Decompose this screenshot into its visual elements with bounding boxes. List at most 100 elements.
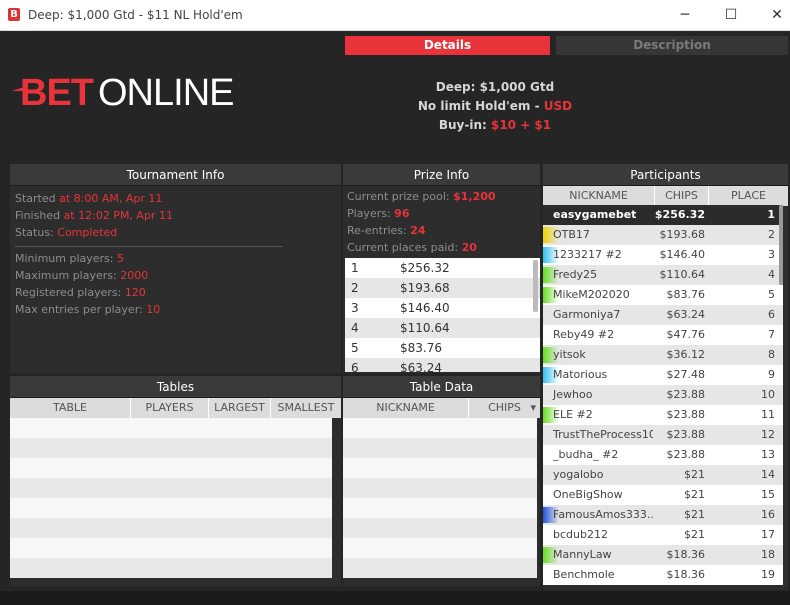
participant-chips: $63.24 (666, 308, 706, 321)
participant-row[interactable]: Fredy25 $110.64 4 (543, 265, 783, 285)
participant-row[interactable]: FamousAmos333... $21 16 (543, 505, 783, 525)
participant-place: 11 (761, 408, 775, 421)
participant-chips: $110.64 (659, 268, 706, 281)
participant-row[interactable]: OneBigShow $21 15 (543, 485, 783, 505)
prize-row: 4 $110.64 (345, 318, 540, 338)
participant-name: Fredy25 (553, 268, 598, 281)
participant-name: TrustTheProcess10 (553, 428, 653, 441)
participant-row[interactable]: OTB17 $193.68 2 (543, 225, 783, 245)
participants-title: Participants (543, 164, 788, 186)
tab-details[interactable]: Details (345, 36, 550, 55)
participant-name: Benchmole (553, 568, 615, 581)
participant-row[interactable]: Benchmole $18.36 19 (543, 565, 783, 585)
col-place[interactable]: PLACE (709, 186, 788, 206)
participant-name: 1233217 #2 (553, 248, 622, 261)
col-nickname[interactable]: NICKNAME (343, 398, 469, 418)
participant-name: Matorious (553, 368, 608, 381)
participant-name: yogalobo (553, 468, 604, 481)
participant-row[interactable]: MikeM202020 $83.76 5 (543, 285, 783, 305)
tables-header: TABLE PLAYERS LARGEST SMALLEST (10, 398, 341, 418)
participant-row[interactable]: 1233217 #2 $146.40 3 (543, 245, 783, 265)
tables-list[interactable] (10, 418, 332, 578)
participant-place: 19 (761, 568, 775, 581)
tables-title: Tables (10, 376, 341, 398)
participant-name: easygamebet (553, 208, 637, 221)
prize-list[interactable]: 1 $256.32 2 $193.68 3 $146.40 4 $110.64 5 $83… (345, 258, 540, 372)
participant-name: bcdub212 (553, 528, 608, 541)
col-nickname[interactable]: NICKNAME (543, 186, 655, 206)
participant-row[interactable]: Matorious $27.48 9 (543, 365, 783, 385)
participant-place: 1 (767, 208, 775, 221)
col-largest[interactable]: LARGEST (209, 398, 271, 418)
buyin: Buy-in: $10 + $1 (438, 118, 552, 132)
participants-scrollbar[interactable] (779, 205, 783, 285)
maximize-button[interactable]: ☐ (708, 0, 754, 31)
participant-place: 12 (761, 428, 775, 441)
participant-row[interactable]: Garmoniya7 $63.24 6 (543, 305, 783, 325)
close-button[interactable]: ✕ (754, 0, 790, 31)
participant-place: 13 (761, 448, 775, 461)
participant-row[interactable]: MannyLaw $18.36 18 (543, 545, 783, 565)
prize-row: 6 $63.24 (345, 358, 540, 372)
participant-place: 6 (768, 308, 775, 321)
participant-name: OTB17 (553, 228, 590, 241)
participant-place: 10 (761, 388, 775, 401)
col-players[interactable]: PLAYERS (131, 398, 209, 418)
participant-row[interactable]: easygamebet $256.32 1 (543, 205, 783, 225)
participant-row[interactable]: yitsok $36.12 8 (543, 345, 783, 365)
participants-list[interactable]: easygamebet $256.32 1 OTB17 $193.68 2 1233217 … (543, 205, 783, 605)
max-entries-line: Max entries per player: 10 (15, 303, 161, 316)
participant-name: Jewhoo (553, 388, 593, 401)
col-table[interactable]: TABLE (10, 398, 131, 418)
status-line: Status: Completed (15, 226, 118, 239)
participant-place: 2 (768, 228, 775, 241)
participant-name: FamousAmos333... (553, 508, 653, 521)
col-smallest[interactable]: SMALLEST (271, 398, 341, 418)
tournament-name: Deep: $1,000 Gtd (435, 80, 555, 94)
col-chips[interactable]: CHIPS ▾ (469, 398, 540, 418)
prize-row: 2 $193.68 (345, 278, 540, 298)
brand-bet: BET (20, 72, 94, 113)
registered-players-line: Registered players: 120 (15, 286, 146, 299)
participant-chips: $21 (684, 508, 705, 521)
minimize-button[interactable]: ─ (662, 0, 708, 31)
participant-row[interactable]: ELE #2 $23.88 11 (543, 405, 783, 425)
participant-chips: $18.36 (666, 568, 706, 581)
participant-place: 17 (761, 528, 775, 541)
table-data-list[interactable] (343, 418, 537, 578)
participant-name: OneBigShow (553, 488, 623, 501)
game-currency: USD (543, 99, 573, 113)
participant-chips: $23.88 (666, 448, 706, 461)
participant-chips: $27.48 (666, 368, 706, 381)
tournament-info-title: Tournament Info (10, 164, 341, 186)
sort-down-icon: ▾ (530, 401, 536, 414)
participant-place: 4 (768, 268, 775, 281)
participant-row[interactable]: yogalobo $21 14 (543, 465, 783, 485)
col-chips[interactable]: CHIPS (655, 186, 709, 206)
prize-scrollbar[interactable] (533, 260, 538, 312)
participant-row[interactable]: Jewhoo $23.88 10 (543, 385, 783, 405)
participant-name: MikeM202020 (553, 288, 630, 301)
participant-row[interactable]: _budha_ #2 $23.88 13 (543, 445, 783, 465)
participant-place: 3 (768, 248, 775, 261)
participant-row[interactable]: TrustTheProcess10 $23.88 12 (543, 425, 783, 445)
started-line: Started at 8:00 AM, Apr 11 (15, 192, 163, 205)
participant-name: yitsok (553, 348, 586, 361)
participant-chips: $21 (684, 488, 705, 501)
betonline-logo: BET ONLINE (12, 72, 234, 113)
tab-description[interactable]: Description (556, 36, 788, 55)
participant-name: Garmoniya7 (553, 308, 621, 321)
players-line: Players: 96 (347, 207, 410, 220)
participant-place: 5 (768, 288, 775, 301)
participant-row[interactable]: Reby49 #2 $47.76 7 (543, 325, 783, 345)
prize-row: 5 $83.76 (345, 338, 540, 358)
participant-chips: $36.12 (666, 348, 706, 361)
participant-row[interactable]: bcdub212 $21 17 (543, 525, 783, 545)
participant-chips: $146.40 (659, 248, 706, 261)
participant-name: ELE #2 (553, 408, 593, 421)
prize-row: 3 $146.40 (345, 298, 540, 318)
table-data-title: Table Data (343, 376, 540, 398)
participant-place: 18 (761, 548, 775, 561)
tables-panel: Tables TABLE PLAYERS LARGEST SMALLEST (10, 376, 341, 586)
participant-name: _budha_ #2 (553, 448, 619, 461)
